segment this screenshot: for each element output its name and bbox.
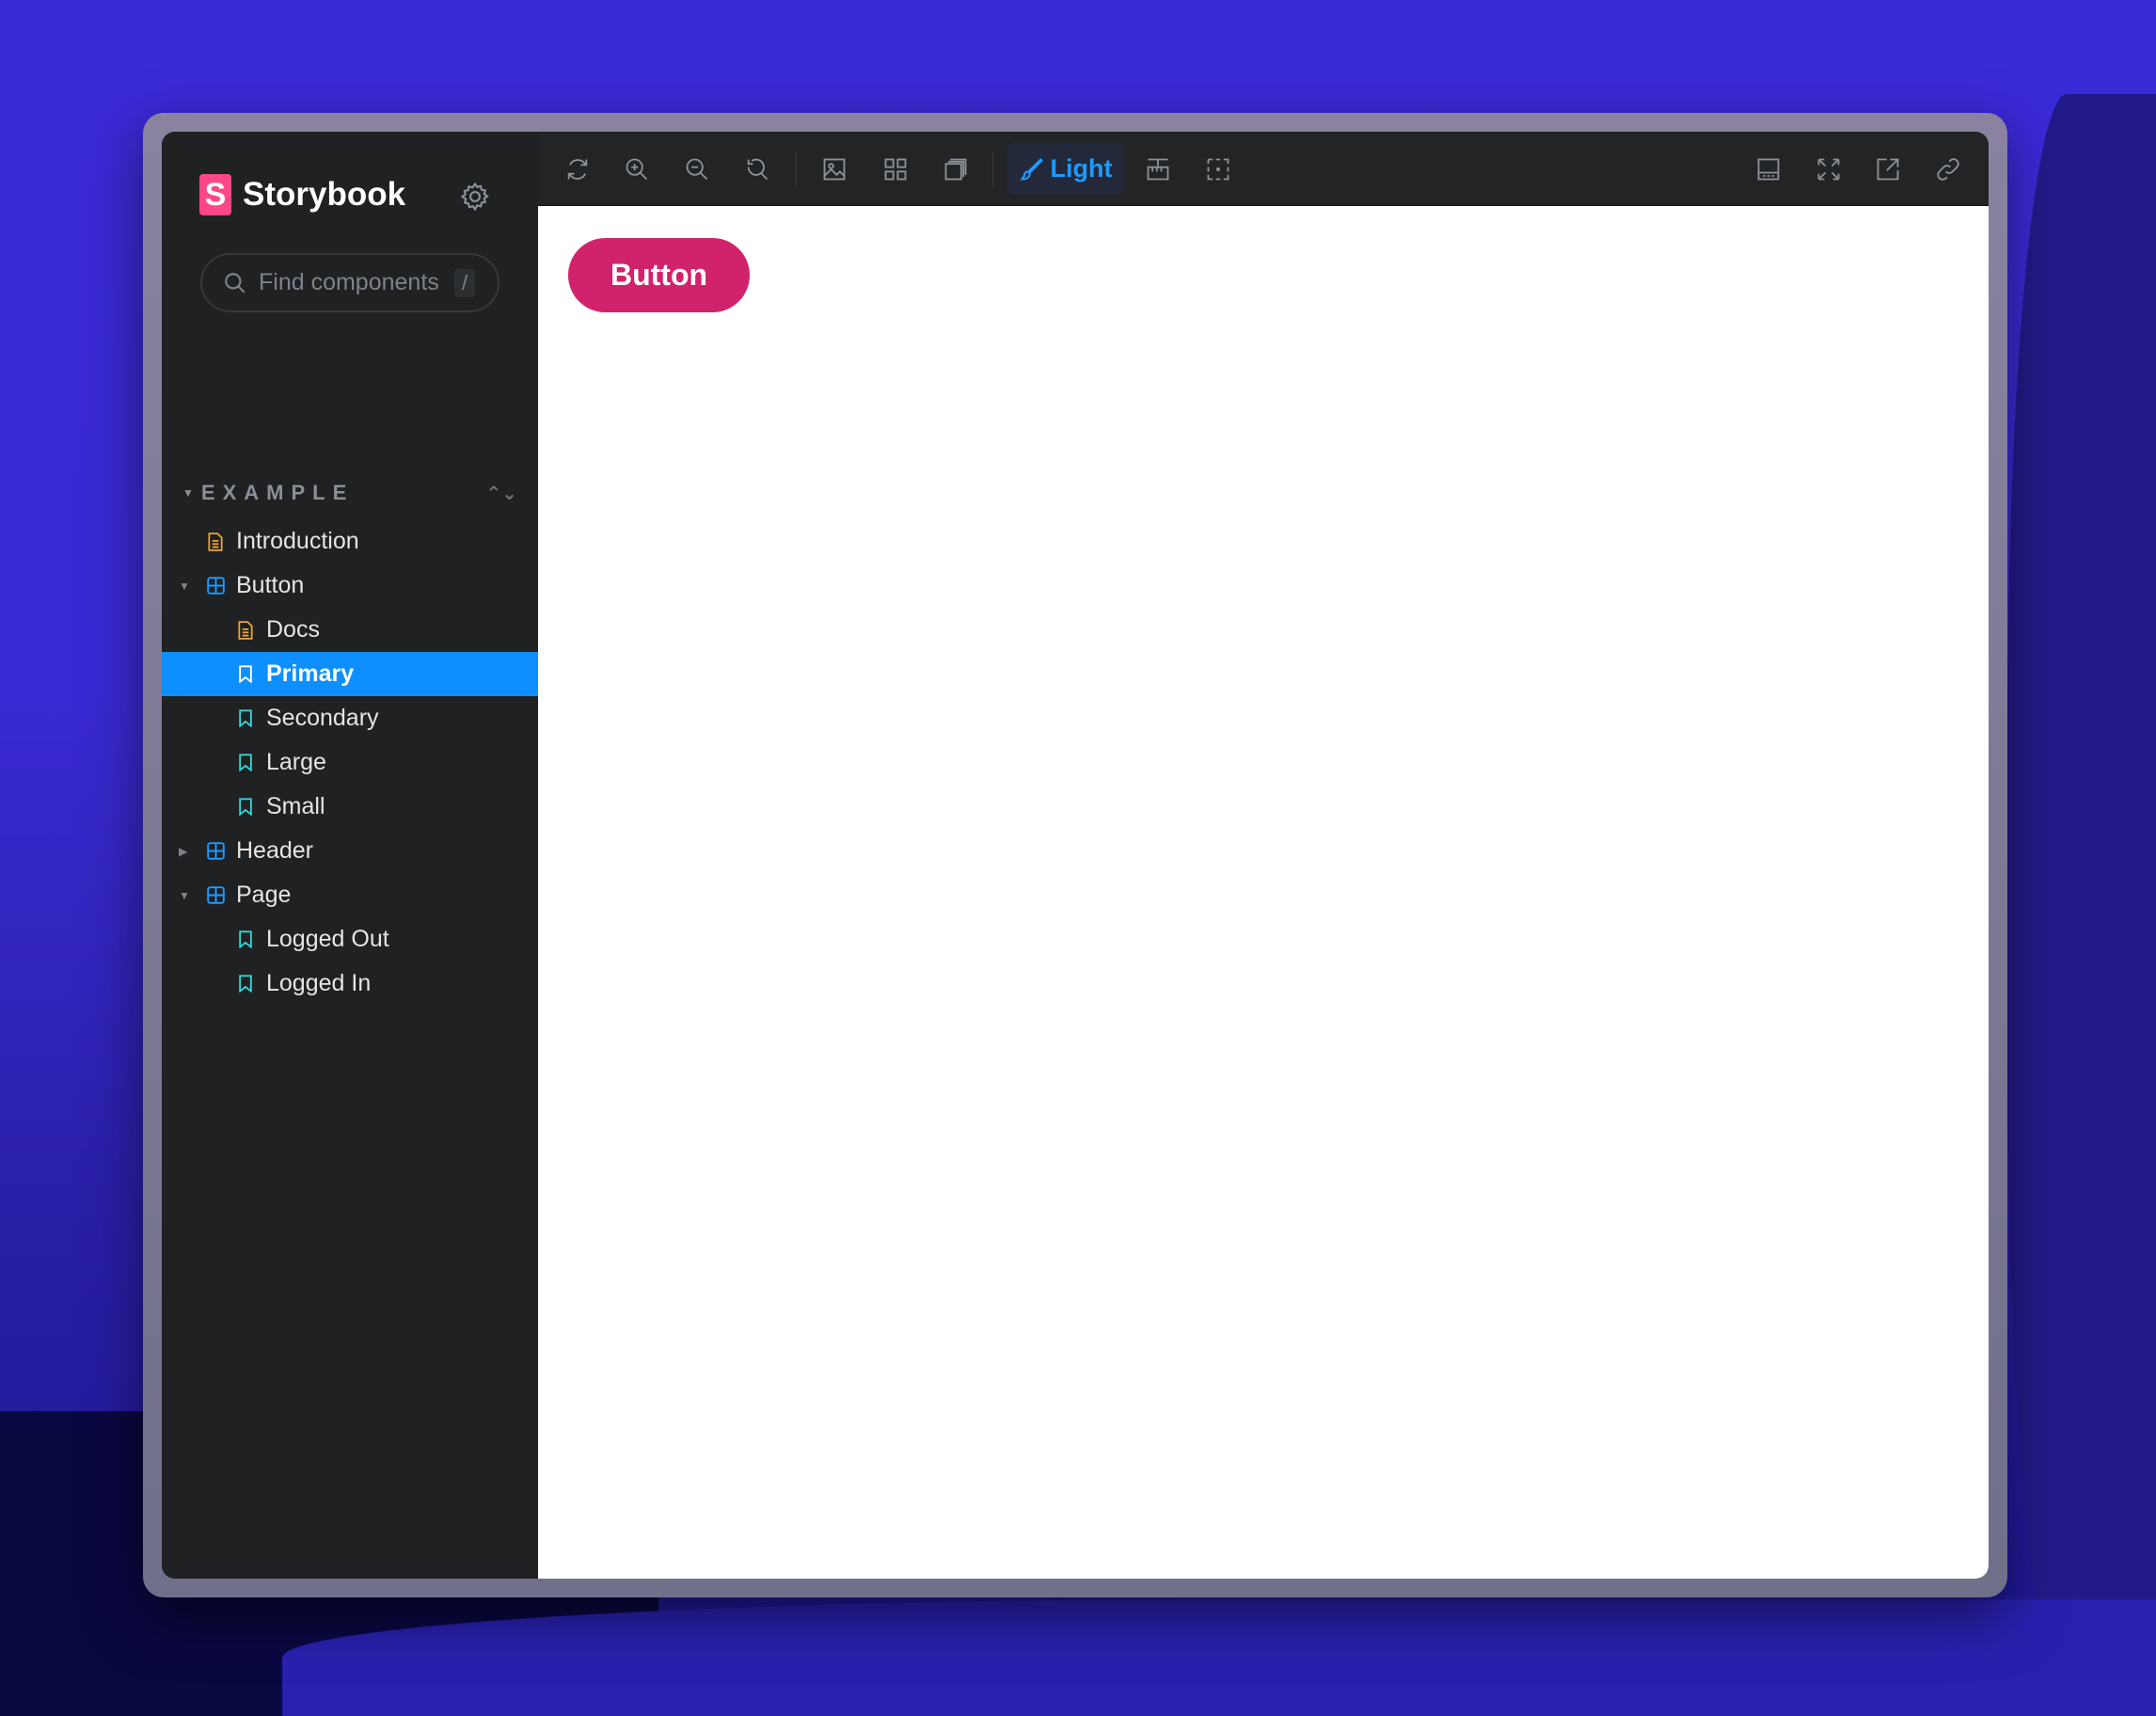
group-label: EXAMPLE xyxy=(200,481,355,504)
sidebar-item-label: Button xyxy=(236,572,305,598)
sidebar-item-label: Logged In xyxy=(266,970,372,996)
theme-label: Light xyxy=(1050,154,1113,183)
toolbar-divider xyxy=(796,152,797,186)
outline-icon[interactable] xyxy=(939,152,973,186)
sidebar-item-label: Secondary xyxy=(266,705,379,731)
toolbar: Light xyxy=(538,132,1989,206)
bookmark-icon xyxy=(236,974,255,994)
sidebar-item-logged-in[interactable]: Logged In xyxy=(162,961,538,1006)
sidebar-item-label: Docs xyxy=(266,616,320,643)
zoom-reset-icon[interactable] xyxy=(740,152,774,186)
addons-panel-icon[interactable] xyxy=(1752,152,1785,186)
sidebar-item-logged-out[interactable]: Logged Out xyxy=(162,917,538,961)
sidebar: S Storybook / ▼ EXAMPLE ⌃⌄ Introduction ▼… xyxy=(162,132,538,1579)
search-field[interactable]: / xyxy=(200,253,499,312)
viewport-icon[interactable] xyxy=(1201,152,1235,186)
sidebar-item-header[interactable]: ▶ Header xyxy=(162,829,538,873)
bookmark-icon xyxy=(236,930,255,950)
reload-icon[interactable] xyxy=(561,152,594,186)
fullscreen-icon[interactable] xyxy=(1812,152,1846,186)
storybook-logo[interactable]: S Storybook xyxy=(199,174,405,215)
open-new-tab-icon[interactable] xyxy=(1871,152,1905,186)
sidebar-item-label: Small xyxy=(266,793,325,819)
sidebar-item-page[interactable]: ▼ Page xyxy=(162,873,538,917)
sidebar-item-label: Introduction xyxy=(236,528,359,554)
sidebar-item-introduction[interactable]: Introduction xyxy=(162,519,538,564)
sidebar-item-button[interactable]: ▼ Button xyxy=(162,564,538,608)
zoom-in-icon[interactable] xyxy=(620,152,654,186)
expand-collapse-icon[interactable]: ⌃⌄ xyxy=(485,482,517,505)
storybook-app: S Storybook / ▼ EXAMPLE ⌃⌄ Introduction ▼… xyxy=(162,132,1989,1579)
group-example[interactable]: ▼ EXAMPLE ⌃⌄ xyxy=(182,474,517,512)
theme-brush-icon xyxy=(1020,157,1043,181)
sidebar-item-label: Primary xyxy=(266,660,355,687)
primary-button-preview[interactable]: Button xyxy=(568,238,750,312)
search-shortcut: / xyxy=(454,268,476,297)
theme-toggle-button[interactable]: Light xyxy=(1007,143,1123,195)
sidebar-item-label: Large xyxy=(266,749,326,775)
measure-icon[interactable] xyxy=(1141,152,1175,186)
toolbar-divider xyxy=(992,152,993,186)
sidebar-item-large[interactable]: Large xyxy=(162,740,538,785)
sidebar-item-small[interactable]: Small xyxy=(162,785,538,829)
background-icon[interactable] xyxy=(817,152,851,186)
background-ground xyxy=(282,1599,2156,1716)
zoom-out-icon[interactable] xyxy=(680,152,714,186)
component-icon xyxy=(206,841,225,862)
caret-right-icon[interactable]: ▶ xyxy=(179,845,187,858)
bookmark-icon xyxy=(236,797,255,818)
caret-down-icon: ▼ xyxy=(182,486,194,500)
background-hill xyxy=(2007,94,2156,1693)
sidebar-item-label: Page xyxy=(236,882,292,908)
sidebar-item-label: Header xyxy=(236,837,313,864)
sidebar-item-docs[interactable]: Docs xyxy=(162,608,538,652)
caret-down-icon[interactable]: ▼ xyxy=(179,889,190,902)
app-title: Storybook xyxy=(243,176,406,213)
bookmark-icon xyxy=(236,708,255,729)
preview-canvas: Button xyxy=(538,206,1989,1579)
bookmark-icon xyxy=(236,753,255,773)
sidebar-item-label: Logged Out xyxy=(266,926,389,952)
storybook-logo-icon: S xyxy=(199,174,231,215)
sidebar-item-secondary[interactable]: Secondary xyxy=(162,696,538,740)
search-input[interactable] xyxy=(259,269,443,296)
bookmark-icon xyxy=(236,664,255,685)
sidebar-item-primary[interactable]: Primary xyxy=(162,652,538,696)
grid-icon[interactable] xyxy=(879,152,912,186)
document-icon xyxy=(206,532,225,552)
copy-link-icon[interactable] xyxy=(1931,152,1965,186)
component-icon xyxy=(206,885,225,906)
settings-gear-icon[interactable] xyxy=(459,181,491,213)
caret-down-icon[interactable]: ▼ xyxy=(179,580,190,593)
search-icon xyxy=(225,272,246,294)
component-icon xyxy=(206,576,225,596)
document-icon xyxy=(236,620,255,641)
